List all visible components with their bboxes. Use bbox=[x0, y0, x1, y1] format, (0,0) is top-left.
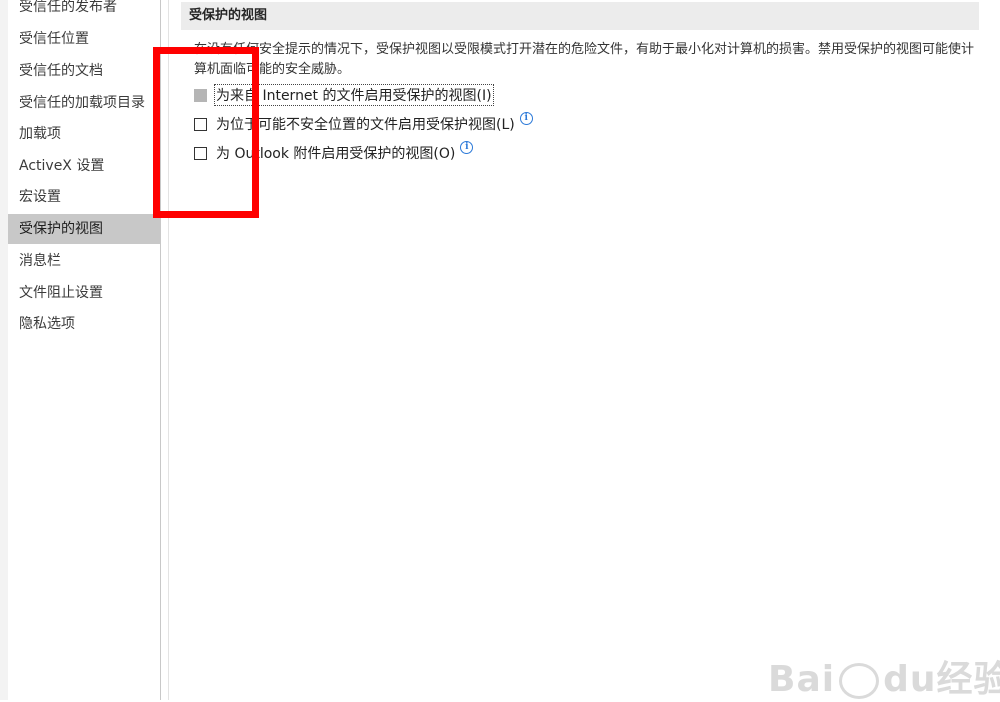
watermark-text-right: du经验 bbox=[883, 659, 1000, 700]
baidu-jingyan-watermark: Bai du经验 bbox=[768, 650, 1000, 700]
info-icon[interactable]: i bbox=[519, 111, 533, 125]
outlook-attachments-checkbox[interactable] bbox=[194, 146, 207, 160]
section-description: 在没有任何安全提示的情况下，受保护视图以受限模式打开潜在的危险文件，有助于最小化… bbox=[194, 42, 975, 77]
sidebar: 受信任的发布者 受信任位置 受信任的文档 受信任的加载项目录 加载项 Activ… bbox=[8, 0, 161, 700]
option-outlook-attachments[interactable]: 为 Outlook 附件启用受保护的视图(O) i bbox=[194, 140, 474, 163]
unsafe-locations-checkbox[interactable] bbox=[194, 117, 207, 131]
option-unsafe-locations[interactable]: 为位于可能不安全位置的文件启用受保护视图(L) i bbox=[194, 111, 533, 134]
sidebar-item-trusted-publishers[interactable]: 受信任的发布者 bbox=[8, 0, 160, 22]
unsafe-locations-label[interactable]: 为位于可能不安全位置的文件启用受保护视图(L) bbox=[215, 114, 516, 134]
paw-icon bbox=[839, 663, 880, 699]
internet-files-checkbox[interactable] bbox=[194, 88, 207, 102]
internet-files-label[interactable]: 为来自 Internet 的文件启用受保护的视图(I) bbox=[214, 84, 494, 106]
sidebar-item-macro-settings[interactable]: 宏设置 bbox=[8, 182, 160, 212]
info-icon[interactable]: i bbox=[460, 140, 474, 154]
settings-panel: 受保护的视图 在没有任何安全提示的情况下，受保护视图以受限模式打开潜在的危险文件… bbox=[161, 0, 1000, 700]
sidebar-item-trusted-addin-catalogs[interactable]: 受信任的加载项目录 bbox=[8, 88, 160, 118]
option-internet-files[interactable]: 为来自 Internet 的文件启用受保护的视图(I) bbox=[194, 84, 494, 106]
sidebar-item-privacy-options[interactable]: 隐私选项 bbox=[8, 309, 160, 339]
watermark-text-left: Bai bbox=[768, 659, 836, 700]
outlook-attachments-label[interactable]: 为 Outlook 附件启用受保护的视图(O) bbox=[215, 143, 456, 163]
sidebar-item-file-block-settings[interactable]: 文件阻止设置 bbox=[8, 278, 160, 308]
sidebar-item-activex-settings[interactable]: ActiveX 设置 bbox=[8, 151, 160, 181]
section-title: 受保护的视图 bbox=[181, 2, 979, 30]
sidebar-item-trusted-documents[interactable]: 受信任的文档 bbox=[8, 56, 160, 86]
sidebar-item-trusted-locations[interactable]: 受信任位置 bbox=[8, 24, 160, 54]
sidebar-item-protected-view[interactable]: 受保护的视图 bbox=[8, 214, 160, 244]
panel-divider bbox=[168, 0, 169, 700]
sidebar-item-addins[interactable]: 加载项 bbox=[8, 119, 160, 149]
window-left-edge bbox=[0, 0, 8, 700]
sidebar-item-message-bar[interactable]: 消息栏 bbox=[8, 246, 160, 276]
